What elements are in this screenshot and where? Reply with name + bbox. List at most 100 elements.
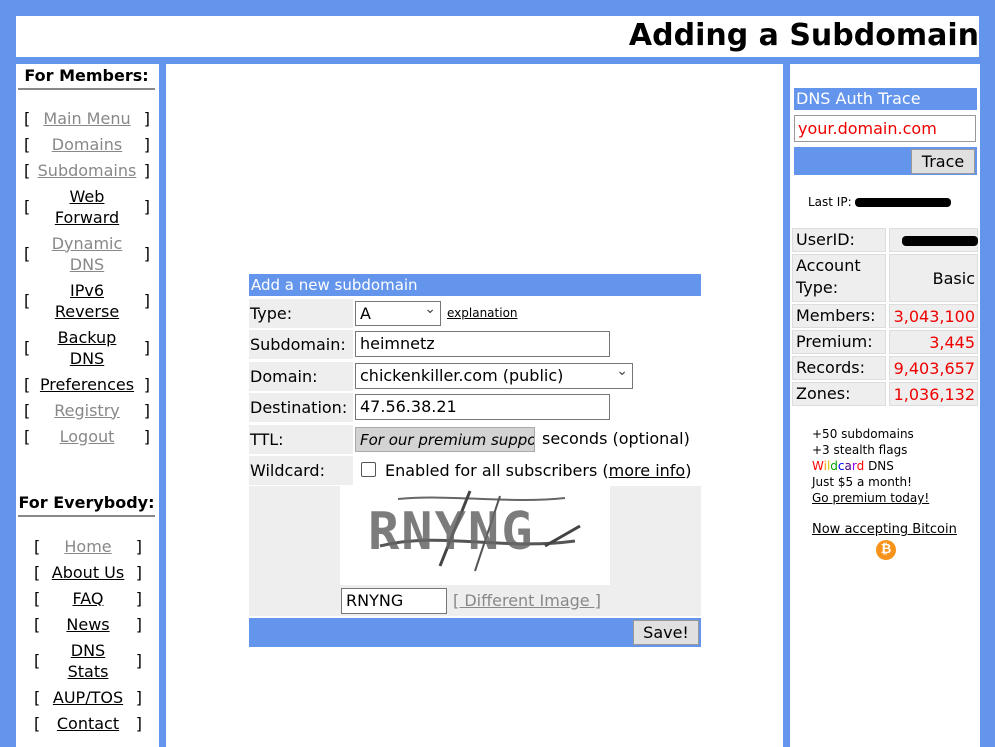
members-section-title: For Members: (18, 66, 155, 90)
bracket-close: ] (143, 374, 150, 394)
destination-label: Destination: (249, 393, 353, 422)
stats-label: Members: (792, 304, 886, 328)
save-button[interactable]: Save! (633, 620, 699, 645)
members-link-backup-dns[interactable]: Backup DNS (30, 327, 144, 369)
captcha-area: RNYNG RNYNG [ Different Image ] (249, 486, 701, 616)
captcha-input[interactable]: RNYNG (341, 588, 447, 614)
bitcoin-icon: ₿ (876, 540, 896, 560)
stats-row: Premium: 3,445 (792, 330, 978, 354)
add-subdomain-form: Add a new subdomain Type: A explanation … (249, 274, 701, 647)
members-nav-item: [Registry] (24, 397, 150, 423)
last-ip-redacted (855, 198, 952, 207)
members-link-web-forward[interactable]: Web Forward (30, 186, 144, 228)
stats-value: 9,403,657 (889, 356, 978, 380)
domain-select[interactable]: chickenkiller.com (public) (355, 359, 633, 389)
everybody-section-title: For Everybody: (18, 493, 155, 517)
stats-label: Records: (792, 356, 886, 380)
everybody-link-about-us[interactable]: About Us (40, 562, 136, 583)
stats-value (889, 228, 978, 252)
everybody-link-faq[interactable]: FAQ (40, 588, 136, 609)
bracket-close: ] (135, 562, 142, 582)
promo-line-2: +3 stealth flags (812, 443, 908, 457)
wildcard-paren-close: ) (685, 461, 692, 480)
type-label: Type: (249, 299, 353, 328)
userid-redacted (902, 236, 978, 246)
ttl-label: TTL: (249, 425, 353, 454)
subdomain-input[interactable]: heimnetz (355, 331, 610, 357)
left-sidebar: For Members: [Main Menu][Domains][Subdom… (16, 64, 159, 747)
bitcoin-link[interactable]: Now accepting Bitcoin (812, 522, 957, 537)
wildcard-label: Wildcard: (249, 456, 353, 485)
everybody-nav-item: [Home] (34, 533, 142, 559)
stats-value: Basic (889, 254, 978, 302)
type-select[interactable]: A (355, 297, 441, 326)
bracket-close: ] (135, 713, 142, 733)
stats-label: Zones: (792, 382, 886, 406)
bracket-close: ] (143, 400, 150, 420)
ttl-placeholder: For our premium suppo (360, 431, 535, 449)
members-nav-item: [IPv6 Reverse] (24, 277, 150, 324)
everybody-link-news[interactable]: News (40, 614, 136, 635)
ttl-suffix: seconds (optional) (542, 429, 690, 448)
main-content: Add a new subdomain Type: A explanation … (166, 64, 783, 747)
promo-line-3: Wildcard DNS (812, 458, 929, 474)
bracket-close: ] (143, 244, 150, 263)
stats-value: 1,036,132 (889, 382, 978, 406)
everybody-link-home[interactable]: Home (40, 536, 136, 557)
stats-row: Records: 9,403,657 (792, 356, 978, 380)
destination-row: Destination: 47.56.38.21 (249, 393, 701, 422)
stats-value: 3,043,100 (889, 304, 978, 328)
stats-row: Members: 3,043,100 (792, 304, 978, 328)
members-link-dynamic-dns[interactable]: Dynamic DNS (30, 233, 144, 275)
dns-trace-title: DNS Auth Trace (794, 88, 977, 110)
members-link-ipv6-reverse[interactable]: IPv6 Reverse (30, 280, 144, 322)
subdomain-label: Subdomain: (249, 330, 353, 359)
wildcard-checkbox[interactable] (361, 462, 376, 477)
more-info-link[interactable]: more info (609, 461, 686, 480)
destination-input-value: 47.56.38.21 (360, 397, 457, 416)
destination-input[interactable]: 47.56.38.21 (355, 394, 610, 420)
promo-line-1: +50 subdomains (812, 427, 914, 441)
wildcard-letter: d (830, 459, 838, 473)
captcha-image: RNYNG (340, 486, 610, 585)
bracket-close: ] (135, 614, 142, 634)
go-premium-link[interactable]: Go premium today! (812, 491, 929, 505)
everybody-link-aup-tos[interactable]: AUP/TOS (40, 687, 136, 708)
members-link-logout[interactable]: Logout (30, 426, 144, 447)
everybody-nav-item: [About Us] (34, 559, 142, 585)
ttl-row: TTL: For our premium suppo seconds (opti… (249, 425, 701, 454)
stats-row: Account Type: Basic (792, 254, 978, 302)
members-link-preferences[interactable]: Preferences (30, 374, 144, 395)
stats-row: Zones: 1,036,132 (792, 382, 978, 406)
members-nav-item: [Domains] (24, 131, 150, 157)
everybody-link-contact[interactable]: Contact (40, 713, 136, 734)
members-link-subdomains[interactable]: Subdomains (30, 160, 144, 181)
wildcard-text-wrap: Enabled for all subscribers (more info) (385, 461, 691, 480)
trace-button[interactable]: Trace (911, 149, 975, 174)
subdomain-row: Subdomain: heimnetz (249, 330, 701, 359)
type-row: Type: A explanation (249, 297, 701, 328)
trace-domain-input[interactable]: your.domain.com (794, 115, 976, 142)
ttl-input[interactable]: For our premium suppo (355, 427, 535, 452)
wildcard-row: Wildcard: Enabled for all subscribers (m… (249, 456, 701, 485)
everybody-nav-item: [DNS Stats] (34, 637, 142, 684)
members-nav-item: [Main Menu] (24, 105, 150, 131)
promo-dns: DNS (864, 459, 894, 473)
everybody-link-dns-stats[interactable]: DNS Stats (40, 640, 136, 682)
members-link-main-menu[interactable]: Main Menu (30, 108, 144, 129)
members-nav-item: [Web Forward] (24, 183, 150, 230)
bracket-close: ] (143, 197, 150, 216)
bracket-close: ] (135, 651, 142, 670)
members-link-registry[interactable]: Registry (30, 400, 144, 421)
domain-label: Domain: (249, 362, 353, 391)
members-link-domains[interactable]: Domains (30, 134, 144, 155)
everybody-nav-item: [AUP/TOS] (34, 684, 142, 710)
bracket-close: ] (143, 338, 150, 357)
wildcard-letter: a (844, 459, 852, 473)
domain-row: Domain: chickenkiller.com (public) (249, 359, 701, 391)
explanation-link[interactable]: explanation (447, 306, 518, 320)
stats-value: 3,445 (889, 330, 978, 354)
different-image-link[interactable]: [ Different Image ] (453, 591, 601, 610)
members-nav-item: [Subdomains] (24, 157, 150, 183)
promo-line-4: Just $5 a month! (812, 475, 912, 489)
